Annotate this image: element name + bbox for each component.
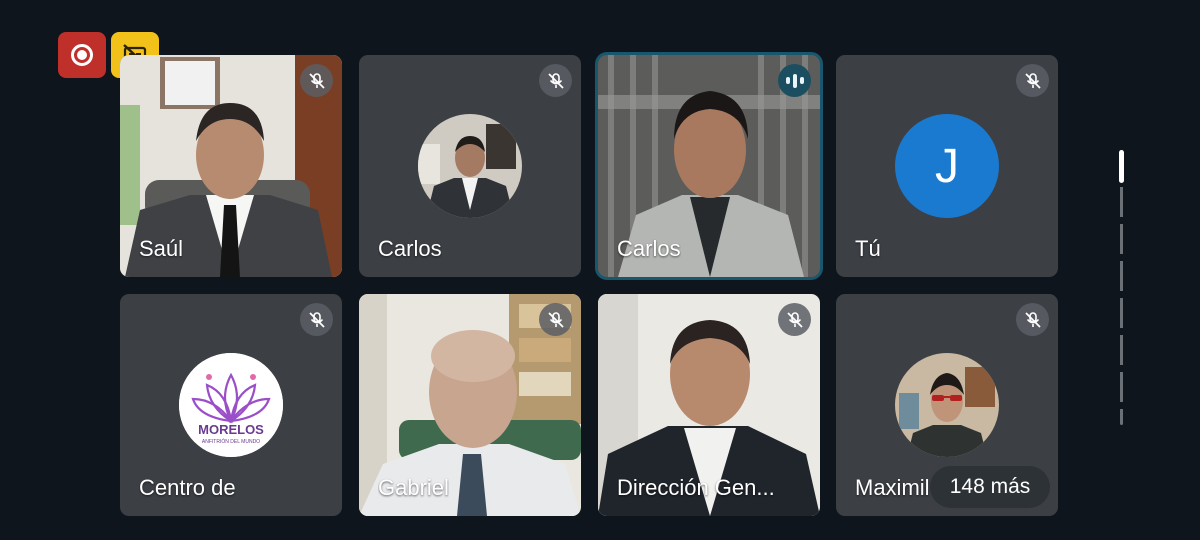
mic-off-icon	[1016, 303, 1049, 336]
participant-name: Gabriel	[378, 475, 449, 500]
recording-indicator-button[interactable]	[58, 32, 106, 78]
scroll-thumb[interactable]	[1119, 150, 1124, 183]
morelos-logo: MORELOS ANFITRIÓN DEL MUNDO	[179, 353, 283, 457]
participant-name: Centro de	[139, 475, 236, 500]
participant-tile-direccion[interactable]: Dirección Gen...	[598, 294, 820, 516]
mic-off-icon	[300, 303, 333, 336]
mic-off-icon	[539, 303, 572, 336]
avatar: J	[895, 114, 999, 218]
svg-text:ANFITRIÓN DEL MUNDO: ANFITRIÓN DEL MUNDO	[202, 438, 260, 445]
participant-tile-gabriel[interactable]: Gabriel	[359, 294, 581, 516]
scroll-track	[1120, 150, 1123, 425]
record-icon	[71, 44, 93, 66]
avatar	[418, 114, 522, 218]
participant-name: Carlos	[617, 236, 681, 261]
participant-name: Tú	[855, 236, 881, 261]
scrollbar[interactable]	[1119, 150, 1125, 425]
avatar	[895, 353, 999, 457]
participant-tile-self[interactable]: J Tú	[836, 55, 1058, 277]
participant-name: Carlos	[378, 236, 442, 261]
participant-name: Dirección Gen...	[617, 475, 775, 500]
participant-tile-centro[interactable]: MORELOS ANFITRIÓN DEL MUNDO Centro de	[120, 294, 342, 516]
mic-off-icon	[539, 64, 572, 97]
speaking-indicator-icon	[778, 64, 811, 97]
mic-off-icon	[300, 64, 333, 97]
participant-name: Saúl	[139, 236, 184, 261]
participant-tile-saul[interactable]: Saúl	[120, 55, 342, 277]
more-participants-button[interactable]: 148 más	[930, 466, 1050, 508]
mic-off-icon	[1016, 64, 1049, 97]
svg-text:MORELOS: MORELOS	[198, 422, 264, 437]
mic-off-icon	[778, 303, 811, 336]
participant-name: Maximil	[855, 475, 930, 500]
avatar: MORELOS ANFITRIÓN DEL MUNDO	[179, 353, 283, 457]
participant-tile-carlos[interactable]: Carlos	[359, 55, 581, 277]
participant-tile-carlos-speaking[interactable]: Carlos	[598, 55, 820, 277]
